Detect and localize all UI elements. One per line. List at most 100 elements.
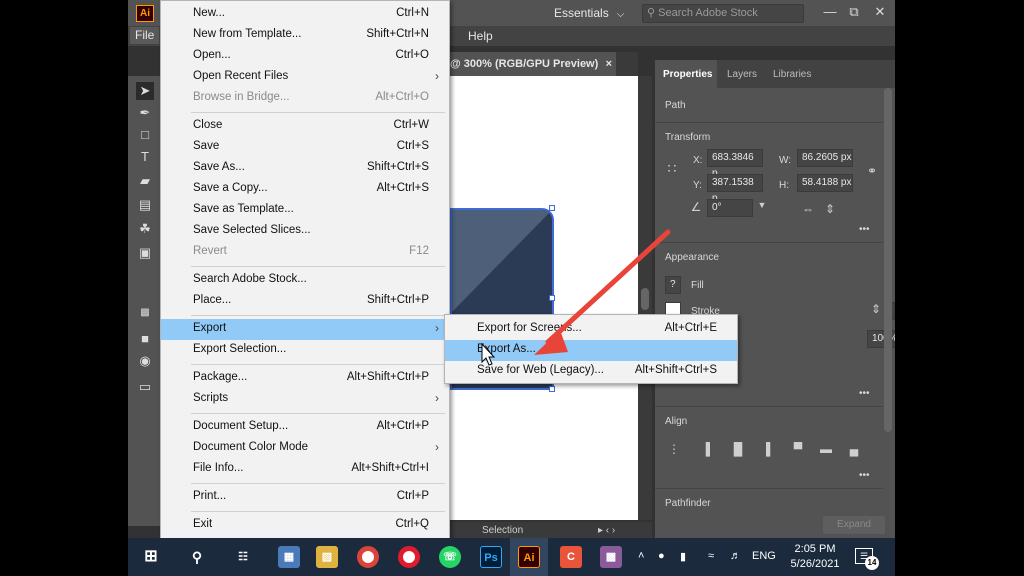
- menu-item-open-recent[interactable]: Open Recent Files ›: [161, 67, 449, 88]
- more-options-icon[interactable]: •••: [859, 470, 870, 481]
- more-options-icon[interactable]: •••: [859, 224, 870, 235]
- h-field[interactable]: 58.4188 px: [797, 174, 853, 192]
- expand-button[interactable]: Expand: [823, 516, 885, 534]
- photoshop-icon[interactable]: Ps: [480, 546, 502, 568]
- eraser-tool-icon[interactable]: ▰: [136, 172, 154, 190]
- battery-icon[interactable]: ▮: [680, 550, 686, 563]
- volume-icon[interactable]: ♬: [730, 550, 741, 562]
- y-field[interactable]: 387.1538 p: [707, 174, 763, 204]
- document-tab[interactable]: @ 300% (RGB/GPU Preview) ×: [444, 52, 616, 76]
- search-icon[interactable]: ⚲: [186, 546, 208, 568]
- x-label: X:: [693, 155, 703, 166]
- selection-tool-icon[interactable]: ➤: [136, 82, 154, 100]
- bounding-handle[interactable]: [549, 205, 555, 211]
- menu-item-save-as-template[interactable]: Save as Template...: [161, 200, 449, 221]
- align-center-h-icon[interactable]: █: [729, 442, 747, 456]
- menu-item-file-info[interactable]: File Info... Alt+Shift+Ctrl+I: [161, 459, 449, 480]
- opera-icon[interactable]: [398, 546, 420, 568]
- camtasia-icon[interactable]: C: [560, 546, 582, 568]
- menu-separator: [191, 266, 445, 267]
- menu-help[interactable]: Help: [468, 29, 493, 43]
- file-explorer-icon[interactable]: ▧: [316, 546, 338, 568]
- menu-item-save-selected-slices[interactable]: Save Selected Slices...: [161, 221, 449, 242]
- menu-item-place[interactable]: Place... Shift+Ctrl+P: [161, 291, 449, 312]
- menu-item-new-from-template[interactable]: New from Template... Shift+Ctrl+N: [161, 25, 449, 46]
- close-icon[interactable]: ✕: [868, 2, 892, 22]
- more-options-icon[interactable]: •••: [859, 388, 870, 399]
- restore-icon[interactable]: ⧉: [842, 2, 866, 22]
- fill-stroke-swap-icon[interactable]: ▩: [136, 304, 154, 322]
- rectangle-tool-icon[interactable]: □: [136, 126, 154, 144]
- minimize-icon[interactable]: —: [818, 2, 842, 22]
- whatsapp-icon[interactable]: ☏: [439, 546, 461, 568]
- x-field[interactable]: 683.3846 p: [707, 149, 763, 179]
- menu-item-save-copy[interactable]: Save a Copy... Alt+Ctrl+S: [161, 179, 449, 200]
- reference-point-icon[interactable]: ∷: [663, 160, 681, 177]
- align-center-v-icon[interactable]: ▬: [817, 442, 835, 456]
- tools-panel: ➤ ✒ □ T ▰ ▤ ☘ ▣ ▩ ■ ◉ ▭: [128, 76, 160, 526]
- menu-item-new[interactable]: New... Ctrl+N: [161, 4, 449, 25]
- status-nav-icon[interactable]: ▸ ‹ ›: [598, 525, 615, 536]
- task-view-icon[interactable]: ☷: [232, 546, 254, 568]
- menu-item-document-setup[interactable]: Document Setup... Alt+Ctrl+P: [161, 417, 449, 438]
- menu-item-export-selection[interactable]: Export Selection...: [161, 340, 449, 361]
- menu-item-save-for-web[interactable]: Save for Web (Legacy)... Alt+Shift+Ctrl+S: [445, 361, 737, 382]
- menu-item-save-as[interactable]: Save As... Shift+Ctrl+S: [161, 158, 449, 179]
- menu-item-scripts[interactable]: Scripts ›: [161, 389, 449, 410]
- winrar-icon[interactable]: ▩: [600, 546, 622, 568]
- illustrator-icon[interactable]: Ai: [518, 546, 540, 568]
- align-left-icon[interactable]: ▌: [701, 442, 719, 456]
- chrome-icon[interactable]: [357, 546, 379, 568]
- artboard-tool-icon[interactable]: ▣: [136, 244, 154, 262]
- wifi-icon[interactable]: ≈: [708, 550, 714, 562]
- color-mode-icon[interactable]: ■: [136, 330, 154, 348]
- menu-item-save[interactable]: Save Ctrl+S: [161, 137, 449, 158]
- menu-item-export-for-screens[interactable]: Export for Screens... Alt+Ctrl+E: [445, 319, 737, 340]
- flip-horizontal-icon[interactable]: ⇔: [799, 202, 817, 216]
- language-indicator[interactable]: ENG: [752, 550, 776, 562]
- menu-item-document-color-mode[interactable]: Document Color Mode ›: [161, 438, 449, 459]
- fill-swatch[interactable]: ?: [665, 276, 681, 294]
- menu-item-print[interactable]: Print... Ctrl+P: [161, 487, 449, 508]
- flip-vertical-icon[interactable]: ⇕: [821, 202, 839, 216]
- bounding-handle[interactable]: [549, 295, 555, 301]
- menu-item-export[interactable]: Export ›: [161, 319, 449, 340]
- stroke-weight-stepper[interactable]: ⇕: [867, 302, 885, 316]
- pen-tool-icon[interactable]: ✒: [136, 104, 154, 122]
- bounding-handle[interactable]: [549, 386, 555, 392]
- tab-libraries[interactable]: Libraries: [773, 69, 811, 80]
- align-right-icon[interactable]: ▐: [757, 442, 775, 456]
- menu-item-exit[interactable]: Exit Ctrl+Q: [161, 515, 449, 536]
- menu-item-package[interactable]: Package... Alt+Shift+Ctrl+P: [161, 368, 449, 389]
- chevron-down-icon[interactable]: ▼: [753, 200, 771, 210]
- menu-item-open[interactable]: Open... Ctrl+O: [161, 46, 449, 67]
- type-tool-icon[interactable]: T: [136, 148, 154, 166]
- tab-properties[interactable]: Properties: [663, 69, 712, 80]
- stock-search-input[interactable]: ⚲ Search Adobe Stock: [642, 4, 804, 23]
- illustrator-logo: Ai: [136, 5, 154, 22]
- drawing-mode-icon[interactable]: ◉: [136, 352, 154, 370]
- calculator-icon[interactable]: ▦: [278, 546, 300, 568]
- screen-mode-icon[interactable]: ▭: [136, 378, 154, 396]
- gradient-tool-icon[interactable]: ▤: [136, 196, 154, 214]
- close-tab-icon[interactable]: ×: [606, 52, 612, 76]
- align-to-icon[interactable]: ⋮: [665, 442, 683, 456]
- workspace-switcher[interactable]: Essentials ⌵: [554, 6, 624, 20]
- shape-builder-icon[interactable]: ☘: [136, 220, 154, 238]
- constrain-proportions-icon[interactable]: ⚭: [863, 164, 881, 178]
- windows-start-icon[interactable]: ⊞: [140, 546, 162, 568]
- system-clock[interactable]: 2:05 PM 5/26/2021: [786, 542, 844, 572]
- menu-item-search-stock[interactable]: Search Adobe Stock...: [161, 270, 449, 291]
- canvas-scroll-thumb[interactable]: [641, 288, 649, 310]
- align-top-icon[interactable]: ▀: [789, 442, 807, 456]
- menu-item-close[interactable]: Close Ctrl+W: [161, 116, 449, 137]
- w-field[interactable]: 86.2605 px: [797, 149, 853, 167]
- tray-chevron-icon[interactable]: ˄: [638, 550, 644, 562]
- rotate-field[interactable]: 0°: [707, 199, 753, 217]
- tray-app-icon[interactable]: ●: [658, 550, 665, 562]
- menu-item-export-as[interactable]: Export As...: [445, 340, 737, 361]
- menu-file[interactable]: File: [130, 27, 160, 44]
- tab-layers[interactable]: Layers: [727, 69, 757, 80]
- panel-scrollbar[interactable]: [884, 88, 892, 432]
- align-bottom-icon[interactable]: ▄: [845, 442, 863, 456]
